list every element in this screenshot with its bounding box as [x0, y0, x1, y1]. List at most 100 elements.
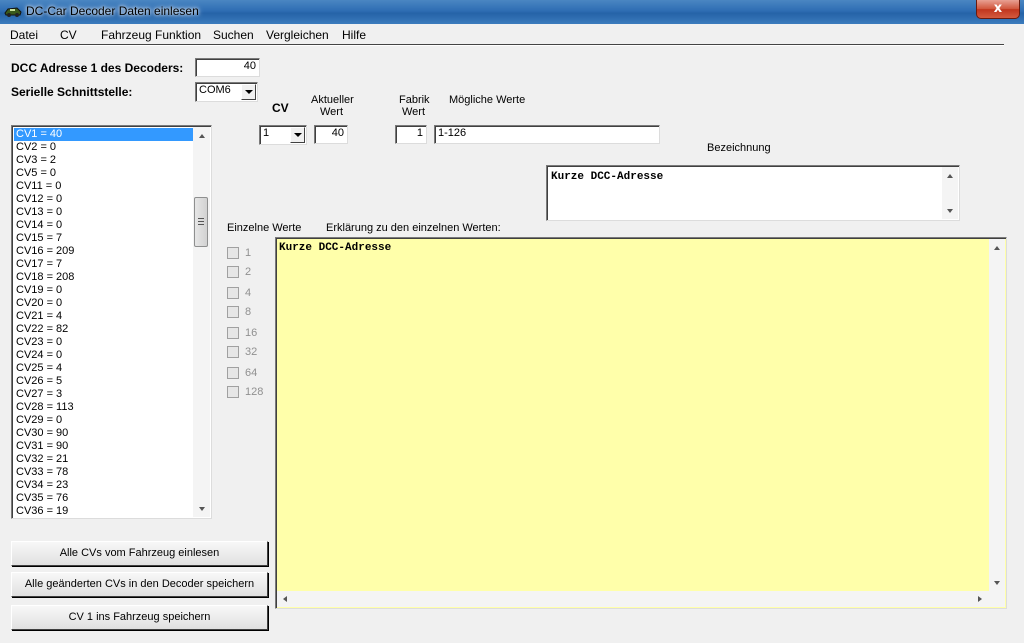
arrow-left-icon — [283, 596, 287, 602]
bit-checkbox-8[interactable]: 8 — [227, 305, 251, 319]
menu-cv[interactable]: CV — [60, 28, 77, 42]
cv-selector-select[interactable]: 1 — [259, 125, 307, 145]
cv-list-item[interactable]: CV32 = 21 — [14, 453, 194, 466]
bit-checkbox-label: 128 — [245, 386, 264, 398]
explanation-textbox[interactable]: Kurze DCC-Adresse — [275, 237, 1007, 609]
serial-port-value: COM6 — [199, 84, 231, 96]
cv-list-item[interactable]: CV24 = 0 — [14, 349, 194, 362]
checkbox-box[interactable] — [227, 287, 239, 299]
cv-list-item[interactable]: CV36 = 19 — [14, 505, 194, 518]
cv-list-scrollbar[interactable] — [193, 127, 210, 517]
window-title: DC-Car Decoder Daten einlesen — [26, 4, 199, 18]
bit-checkbox-4[interactable]: 4 — [227, 286, 251, 300]
cv-list-item[interactable]: CV28 = 113 — [14, 401, 194, 414]
current-value-input[interactable]: 40 — [314, 125, 348, 144]
bit-checkbox-label: 2 — [245, 266, 252, 278]
scroll-up-button[interactable] — [989, 239, 1005, 256]
cv-list-item[interactable]: CV31 = 90 — [14, 440, 194, 453]
checkbox-box[interactable] — [227, 247, 239, 259]
cv-list-item[interactable]: CV25 = 4 — [14, 362, 194, 375]
possible-values-label: Mögliche Werte — [449, 94, 526, 106]
cv-list-item[interactable]: CV19 = 0 — [14, 284, 194, 297]
save-changed-cvs-button[interactable]: Alle geänderten CVs in den Decoder speic… — [11, 572, 268, 597]
save-cv1-button[interactable]: CV 1 ins Fahrzeug speichern — [11, 605, 268, 630]
cv-list-item[interactable]: CV14 = 0 — [14, 219, 194, 232]
cv-list-item[interactable]: CV16 = 209 — [14, 245, 194, 258]
menu-hilfe[interactable]: Hilfe — [342, 28, 366, 42]
bit-checkbox-64[interactable]: 64 — [227, 366, 257, 380]
scroll-down-button[interactable] — [989, 574, 1005, 591]
dcc-address-input[interactable]: 40 — [195, 58, 260, 77]
cv-list-item[interactable]: CV35 = 76 — [14, 492, 194, 505]
scroll-right-button[interactable] — [972, 591, 988, 607]
scroll-up-button[interactable] — [193, 127, 210, 144]
cv-list[interactable]: CV1 = 40 CV2 = 0 CV3 = 2 CV5 = 0 CV11 = 0 CV1… — [11, 125, 212, 519]
cv-list-item[interactable]: CV13 = 0 — [14, 206, 194, 219]
factory-value-label-line1: Fabrik — [399, 94, 430, 106]
scroll-left-button[interactable] — [277, 591, 293, 607]
checkbox-box[interactable] — [227, 266, 239, 278]
cv-list-item[interactable]: CV26 = 5 — [14, 375, 194, 388]
designation-scrollbar[interactable] — [942, 167, 958, 219]
scroll-thumb[interactable] — [194, 197, 208, 247]
scroll-down-button[interactable] — [193, 500, 210, 517]
cv-list-item[interactable]: CV34 = 23 — [14, 479, 194, 492]
menu-datei[interactable]: Datei — [10, 28, 38, 42]
checkbox-box[interactable] — [227, 306, 239, 318]
serial-port-select[interactable]: COM6 — [195, 82, 258, 102]
scroll-up-button[interactable] — [942, 167, 958, 184]
cv-list-item[interactable]: CV33 = 78 — [14, 466, 194, 479]
cv-list-item[interactable]: CV21 = 4 — [14, 310, 194, 323]
single-values-label: Einzelne Werte — [227, 222, 302, 234]
cv-list-item[interactable]: CV29 = 0 — [14, 414, 194, 427]
scroll-down-button[interactable] — [942, 202, 958, 219]
cv-list-item[interactable]: CV3 = 2 — [14, 154, 194, 167]
menu-divider — [10, 44, 1004, 46]
arrow-down-icon — [198, 506, 205, 511]
cv-list-item[interactable]: CV22 = 82 — [14, 323, 194, 336]
chevron-down-icon — [293, 133, 302, 137]
cv-list-item[interactable]: CV11 = 0 — [14, 180, 194, 193]
checkbox-box[interactable] — [227, 367, 239, 379]
designation-textbox[interactable]: Kurze DCC-Adresse — [546, 165, 960, 221]
menu-vergleichen[interactable]: Vergleichen — [266, 28, 329, 42]
serial-port-dropdown-button[interactable] — [241, 84, 256, 100]
cv-selector-dropdown-button[interactable] — [290, 127, 305, 143]
menu-fahrzeug-funktion[interactable]: Fahrzeug Funktion — [101, 28, 201, 42]
cv-list-item[interactable]: CV18 = 208 — [14, 271, 194, 284]
bit-checkbox-128[interactable]: 128 — [227, 385, 263, 399]
cv-list-item[interactable]: CV23 = 0 — [14, 336, 194, 349]
checkbox-box[interactable] — [227, 386, 239, 398]
cv-list-items: CV1 = 40 CV2 = 0 CV3 = 2 CV5 = 0 CV11 = 0 CV1… — [14, 128, 194, 518]
bit-checkbox-16[interactable]: 16 — [227, 326, 257, 340]
close-button[interactable]: x — [976, 0, 1020, 19]
menu-bar: Datei CV Fahrzeug Funktion Suchen Vergle… — [0, 24, 1024, 44]
checkbox-box[interactable] — [227, 346, 239, 358]
cv-list-item[interactable]: CV15 = 7 — [14, 232, 194, 245]
bit-checkbox-32[interactable]: 32 — [227, 345, 257, 359]
bit-checkbox-label: 16 — [245, 327, 258, 339]
cv-list-item[interactable]: CV20 = 0 — [14, 297, 194, 310]
cv-list-item[interactable]: CV1 = 40 — [14, 128, 194, 141]
menu-suchen[interactable]: Suchen — [213, 28, 254, 42]
cv-list-item[interactable]: CV30 = 90 — [14, 427, 194, 440]
checkbox-box[interactable] — [227, 327, 239, 339]
title-bar: DC-Car Decoder Daten einlesen x — [0, 0, 1024, 24]
bit-checkbox-label: 8 — [245, 306, 252, 318]
explanation-vscrollbar[interactable] — [989, 239, 1005, 591]
arrow-down-icon — [994, 580, 1000, 585]
bit-checkbox-2[interactable]: 2 — [227, 265, 251, 279]
factory-value-input[interactable]: 1 — [395, 125, 427, 144]
bit-checkbox-1[interactable]: 1 — [227, 246, 251, 260]
cv-list-item[interactable]: CV5 = 0 — [14, 167, 194, 180]
current-value-label-line1: Aktueller — [311, 94, 354, 106]
cv-list-item[interactable]: CV2 = 0 — [14, 141, 194, 154]
explanation-hscrollbar[interactable] — [277, 591, 1005, 607]
read-all-cvs-button[interactable]: Alle CVs vom Fahrzeug einlesen — [11, 541, 268, 566]
chevron-down-icon — [244, 90, 253, 94]
possible-values-input[interactable]: 1-126 — [434, 125, 660, 144]
cv-list-item[interactable]: CV12 = 0 — [14, 193, 194, 206]
cv-selector-value: 1 — [263, 127, 270, 139]
cv-list-item[interactable]: CV27 = 3 — [14, 388, 194, 401]
cv-list-item[interactable]: CV17 = 7 — [14, 258, 194, 271]
